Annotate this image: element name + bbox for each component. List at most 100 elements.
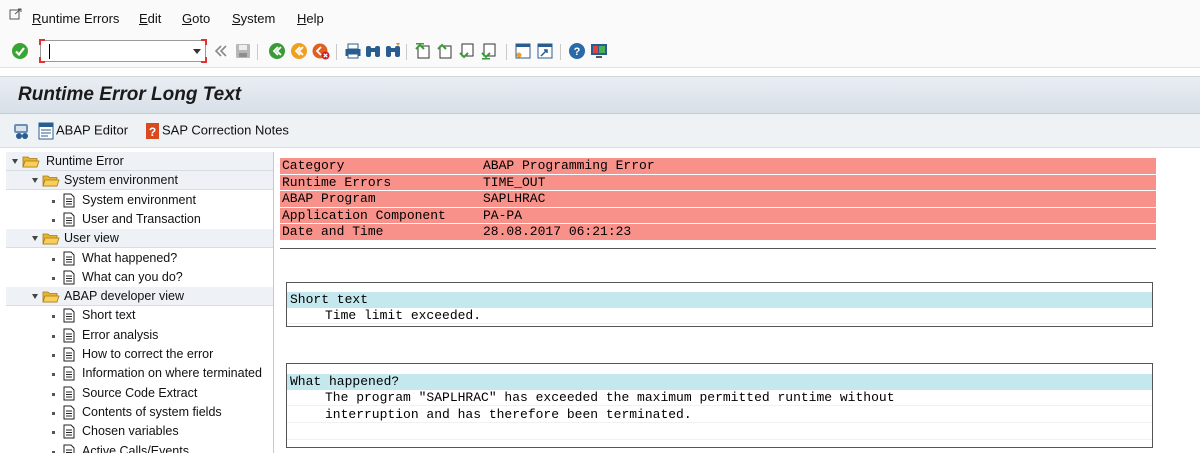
enter-icon[interactable] (11, 42, 29, 60)
tree-node-label: System environment (64, 173, 178, 188)
document-icon (63, 251, 75, 265)
window-menu-icon[interactable] (9, 8, 23, 22)
tree-bullet (52, 218, 55, 222)
tree-doc-node[interactable]: Chosen variables (6, 422, 273, 441)
tree-doc-node[interactable]: What can you do? (6, 268, 273, 287)
tree-folder-node[interactable]: ABAP developer view (6, 287, 273, 307)
debugger-button[interactable] (12, 122, 32, 140)
tree-bullet (52, 373, 55, 377)
open-folder-icon (22, 156, 40, 168)
header-row: ABAP Program SAPLHRAC (280, 191, 1156, 208)
tree-bullet (52, 431, 55, 435)
new-session-icon[interactable] (514, 42, 532, 60)
header-divider (280, 248, 1156, 249)
command-field[interactable] (39, 39, 207, 63)
tree-folder-node[interactable]: Runtime Error (6, 152, 273, 171)
last-page-icon[interactable] (480, 42, 498, 60)
header-row: Runtime Errors TIME_OUT (280, 174, 1156, 192)
document-icon (63, 366, 75, 381)
next-page-icon[interactable] (458, 42, 476, 60)
debugger-icon (14, 124, 28, 139)
what-happened-section: What happened? The program "SAPLHRAC" ha… (286, 363, 1153, 448)
document-icon (63, 193, 75, 208)
standard-toolbar: ? (0, 36, 1200, 68)
tree-node-label: What can you do? (82, 269, 183, 284)
abap-editor-button[interactable]: ABAP Editor (36, 122, 128, 140)
open-folder-icon (42, 233, 60, 245)
help-icon[interactable]: ? (568, 42, 586, 60)
first-page-icon[interactable] (414, 42, 432, 60)
tree-folder-node[interactable]: System environment (6, 171, 273, 191)
tree-node-label: What happened? (82, 250, 178, 265)
application-toolbar: ABAP Editor ? SAP Correction Notes (0, 114, 1200, 148)
tree-folder-node[interactable]: User view (6, 229, 273, 249)
menu-goto[interactable]: Goto (182, 11, 210, 26)
document-icon (63, 347, 75, 362)
find-icon[interactable] (364, 42, 382, 60)
short-text-section: Short text Time limit exceeded. (286, 282, 1153, 327)
header-key: Application Component (282, 207, 446, 223)
exit-icon[interactable] (290, 42, 308, 60)
svg-text:?: ? (574, 46, 581, 58)
tree-node-label: User view (64, 231, 119, 246)
error-header-table: Category ABAP Programming Error Runtime Er… (280, 158, 1156, 241)
tree-node-label: How to correct the error (82, 347, 214, 361)
back-icon[interactable] (268, 42, 286, 60)
print-icon[interactable] (344, 42, 362, 60)
abap-editor-icon (38, 122, 54, 140)
tree-doc-node[interactable]: Short text (6, 306, 273, 325)
tree-doc-node[interactable]: System environment (6, 191, 273, 210)
tree-bullet (52, 392, 55, 396)
command-history-dropdown-icon[interactable] (193, 49, 201, 54)
previous-page-icon[interactable] (436, 42, 454, 60)
svg-text:?: ? (149, 125, 156, 139)
menu-system[interactable]: System (232, 11, 275, 26)
tree-node-label: Error analysis (82, 327, 159, 342)
tree-bullet (52, 276, 55, 280)
header-value: ABAP Programming Error (483, 158, 655, 173)
expand-triangle-icon[interactable] (32, 294, 38, 300)
cancel-icon[interactable] (312, 42, 330, 60)
document-icon (63, 424, 75, 439)
tree-bullet (52, 199, 55, 203)
header-value: PA-PA (483, 207, 523, 223)
tree-doc-node[interactable]: What happened? (6, 249, 273, 268)
tree-bullet (52, 315, 55, 319)
back-double-icon[interactable] (212, 42, 230, 60)
save-icon[interactable] (234, 42, 252, 60)
tree-doc-node[interactable]: Source Code Extract (6, 384, 273, 403)
expand-triangle-icon[interactable] (32, 236, 38, 242)
header-row: Application Component PA-PA (280, 207, 1156, 225)
tree-node-label: System environment (82, 192, 196, 207)
title-bar: Runtime Error Long Text (0, 76, 1200, 114)
tree-node-label: Chosen variables (82, 424, 179, 439)
tree-doc-node[interactable]: Information on where terminated (6, 364, 273, 383)
tree-bullet (52, 354, 55, 357)
page-title: Runtime Error Long Text (18, 84, 242, 105)
tree-node-label: ABAP developer view (64, 289, 184, 304)
header-row: Category ABAP Programming Error (280, 158, 1156, 175)
open-folder-icon (42, 175, 60, 187)
header-key: ABAP Program (282, 191, 376, 207)
menu-edit[interactable]: Edit (139, 11, 161, 26)
header-key: Category (282, 158, 345, 173)
tree-doc-node[interactable]: Contents of system fields (6, 403, 273, 422)
correction-notes-icon: ? (146, 123, 159, 139)
customize-layout-icon[interactable] (590, 42, 608, 60)
menu-runtime-errors[interactable]: Runtime Errors (32, 11, 119, 26)
menu-help[interactable]: Help (297, 11, 324, 26)
tree-doc-node[interactable]: How to correct the error (6, 345, 273, 364)
tree-node-label: Short text (82, 308, 136, 323)
expand-triangle-icon[interactable] (12, 159, 18, 164)
find-next-icon[interactable] (384, 42, 402, 60)
tree-doc-node[interactable]: Error analysis (6, 326, 273, 345)
document-icon (63, 444, 75, 453)
tree-bullet (52, 257, 55, 261)
tree-doc-node[interactable]: Active Calls/Events (6, 442, 273, 453)
header-value: TIME_OUT (483, 174, 546, 190)
tree-doc-node[interactable]: User and Transaction (6, 210, 273, 229)
expand-triangle-icon[interactable] (32, 178, 38, 184)
shortcut-icon[interactable] (536, 42, 554, 60)
document-icon (63, 212, 75, 227)
sap-correction-notes-button[interactable]: ? SAP Correction Notes (144, 122, 289, 140)
